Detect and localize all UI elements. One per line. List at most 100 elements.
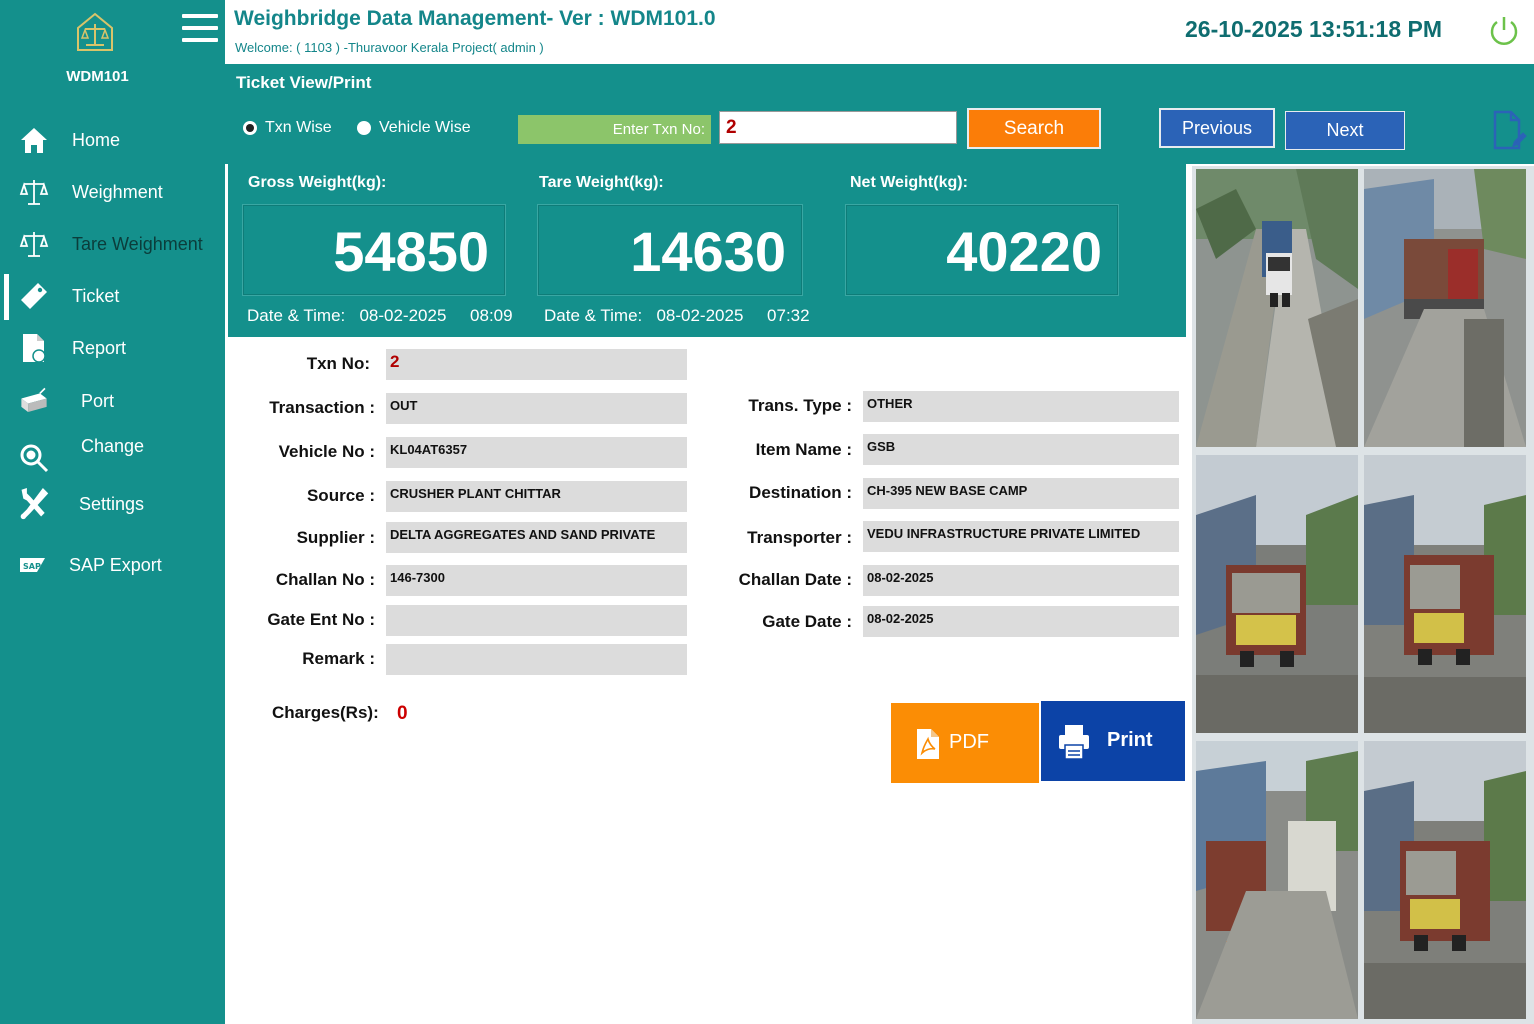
supplier-field[interactable]: DELTA AGGREGATES AND SAND PRIVATE xyxy=(386,522,687,553)
source-field[interactable]: CRUSHER PLANT CHITTAR xyxy=(386,481,687,512)
net-weight-box: 40220 xyxy=(845,204,1119,296)
radio-label: Txn Wise xyxy=(265,119,332,136)
search-icon xyxy=(18,442,50,474)
print-button[interactable]: Print xyxy=(1041,701,1185,781)
gate-date-label: Gate Date : xyxy=(762,612,852,631)
scale-icon xyxy=(18,228,50,260)
hamburger-bar xyxy=(182,38,218,42)
remark-field[interactable] xyxy=(386,644,687,675)
sidebar-item-label: Settings xyxy=(79,493,145,514)
tare-weight-value: 14630 xyxy=(630,220,786,283)
report-icon xyxy=(18,332,50,364)
sidebar-item-label: Report xyxy=(72,337,127,358)
sidebar-item-label: Tare Weighment xyxy=(72,233,203,254)
search-button[interactable]: Search xyxy=(967,108,1101,149)
camera-snapshot[interactable] xyxy=(1364,741,1526,1019)
sidebar-item-settings[interactable]: Settings xyxy=(0,482,225,526)
sidebar-item-label: Home xyxy=(72,129,121,150)
tare-datetime: Date & Time: 08-02-2025 07:32 xyxy=(544,306,810,326)
weight-panel: Gross Weight(kg): 54850 Date & Time: 08-… xyxy=(228,164,1186,337)
pdf-button-label: PDF xyxy=(949,731,989,753)
sidebar-item-report[interactable]: Report xyxy=(0,326,225,370)
sap-icon: SAP xyxy=(18,549,50,581)
remark-label: Remark : xyxy=(302,649,375,668)
radio-vehicle-wise[interactable]: Vehicle Wise xyxy=(357,119,471,137)
camera-snapshot[interactable] xyxy=(1364,455,1526,733)
app-title: Weighbridge Data Management- Ver : WDM10… xyxy=(234,7,716,30)
gross-weight-box: 54850 xyxy=(242,204,506,296)
sidebar-item-port[interactable]: Port xyxy=(0,379,225,423)
sidebar-item-label: Port xyxy=(81,390,115,411)
txn-no-field-label: Txn No: xyxy=(306,354,370,373)
transaction-field[interactable]: OUT xyxy=(386,393,687,424)
pdf-button[interactable]: PDF xyxy=(891,703,1039,783)
datetime-label: Date & Time: xyxy=(247,306,346,325)
page-title: Ticket View/Print xyxy=(236,73,372,92)
hamburger-bar xyxy=(182,14,218,18)
tare-date: 08-02-2025 xyxy=(656,306,744,325)
gate-ent-no-field[interactable] xyxy=(386,605,687,636)
gate-date-field[interactable]: 08-02-2025 xyxy=(863,606,1179,637)
gross-weight-label: Gross Weight(kg): xyxy=(248,174,387,191)
gross-time: 08:09 xyxy=(470,306,513,325)
home-icon xyxy=(18,124,50,156)
ticket-icon xyxy=(18,280,50,312)
document-edit-icon[interactable] xyxy=(1489,108,1527,152)
app-header: Weighbridge Data Management- Ver : WDM10… xyxy=(225,0,1534,64)
tools-icon xyxy=(18,488,50,520)
camera-snapshot[interactable] xyxy=(1364,169,1526,447)
welcome-text: Welcome: ( 1103 ) -Thuravoor Kerala Proj… xyxy=(235,40,544,55)
challan-date-field[interactable]: 08-02-2025 xyxy=(863,565,1179,596)
destination-label: Destination : xyxy=(749,483,852,502)
vehicle-no-field[interactable]: KL04AT6357 xyxy=(386,437,687,468)
txn-no-field[interactable]: 2 xyxy=(386,349,687,380)
sidebar-item-tare-weighment[interactable]: Tare Weighment xyxy=(0,222,225,266)
item-name-label: Item Name : xyxy=(755,440,852,459)
tare-weight-box: 14630 xyxy=(537,204,803,296)
printer-icon xyxy=(1059,725,1089,760)
sidebar-item-ticket[interactable]: Ticket xyxy=(0,274,225,320)
sidebar-item-home[interactable]: Home xyxy=(0,118,225,162)
charges-value: 0 xyxy=(397,703,408,724)
transporter-field[interactable]: VEDU INFRASTRUCTURE PRIVATE LIMITED xyxy=(863,521,1179,552)
camera-snapshot[interactable] xyxy=(1196,741,1358,1019)
sidebar-item-label: SAP Export xyxy=(69,554,162,575)
camera-snapshot[interactable] xyxy=(1196,169,1358,447)
radio-txn-wise[interactable]: Txn Wise xyxy=(243,119,332,137)
trans-type-field[interactable]: OTHER xyxy=(863,391,1179,422)
sidebar-item-label: Weighment xyxy=(72,181,163,202)
txn-no-label: Enter Txn No: xyxy=(518,115,711,144)
challan-no-field[interactable]: 146-7300 xyxy=(386,565,687,596)
current-datetime: 26-10-2025 13:51:18 PM xyxy=(1185,16,1442,42)
charges-label: Charges(Rs): xyxy=(272,703,379,722)
gross-weight-value: 54850 xyxy=(333,220,489,283)
gate-ent-no-label: Gate Ent No : xyxy=(267,610,375,629)
app-logo-text: WDM101 xyxy=(66,68,129,85)
hamburger-bar xyxy=(182,26,218,30)
challan-no-label: Challan No : xyxy=(275,570,375,589)
camera-snapshot[interactable] xyxy=(1196,455,1358,733)
txn-no-input[interactable] xyxy=(719,111,957,144)
challan-date-label: Challan Date : xyxy=(738,570,852,589)
transaction-label: Transaction : xyxy=(269,398,375,417)
tare-time: 07:32 xyxy=(767,306,810,325)
svg-text:SAP: SAP xyxy=(23,562,41,571)
menu-toggle-button[interactable] xyxy=(182,14,218,46)
item-name-field[interactable]: GSB xyxy=(863,434,1179,465)
sidebar-item-weighment[interactable]: Weighment xyxy=(0,170,225,214)
previous-button[interactable]: Previous xyxy=(1159,108,1275,148)
next-button[interactable]: Next xyxy=(1285,111,1405,150)
power-icon[interactable] xyxy=(1487,14,1521,48)
transporter-label: Transporter : xyxy=(747,528,852,547)
datetime-label: Date & Time: xyxy=(544,306,643,325)
pdf-file-icon xyxy=(917,729,939,759)
weighbridge-logo-icon xyxy=(77,12,113,51)
net-weight-label: Net Weight(kg): xyxy=(850,174,968,191)
print-button-label: Print xyxy=(1107,729,1153,751)
sidebar-item-change[interactable]: Change xyxy=(0,424,225,486)
net-weight-value: 40220 xyxy=(946,220,1102,283)
sidebar-item-sap-export[interactable]: SAP SAP Export xyxy=(0,543,225,587)
port-icon xyxy=(18,385,50,417)
supplier-label: Supplier : xyxy=(296,528,375,547)
destination-field[interactable]: CH-395 NEW BASE CAMP xyxy=(863,478,1179,509)
